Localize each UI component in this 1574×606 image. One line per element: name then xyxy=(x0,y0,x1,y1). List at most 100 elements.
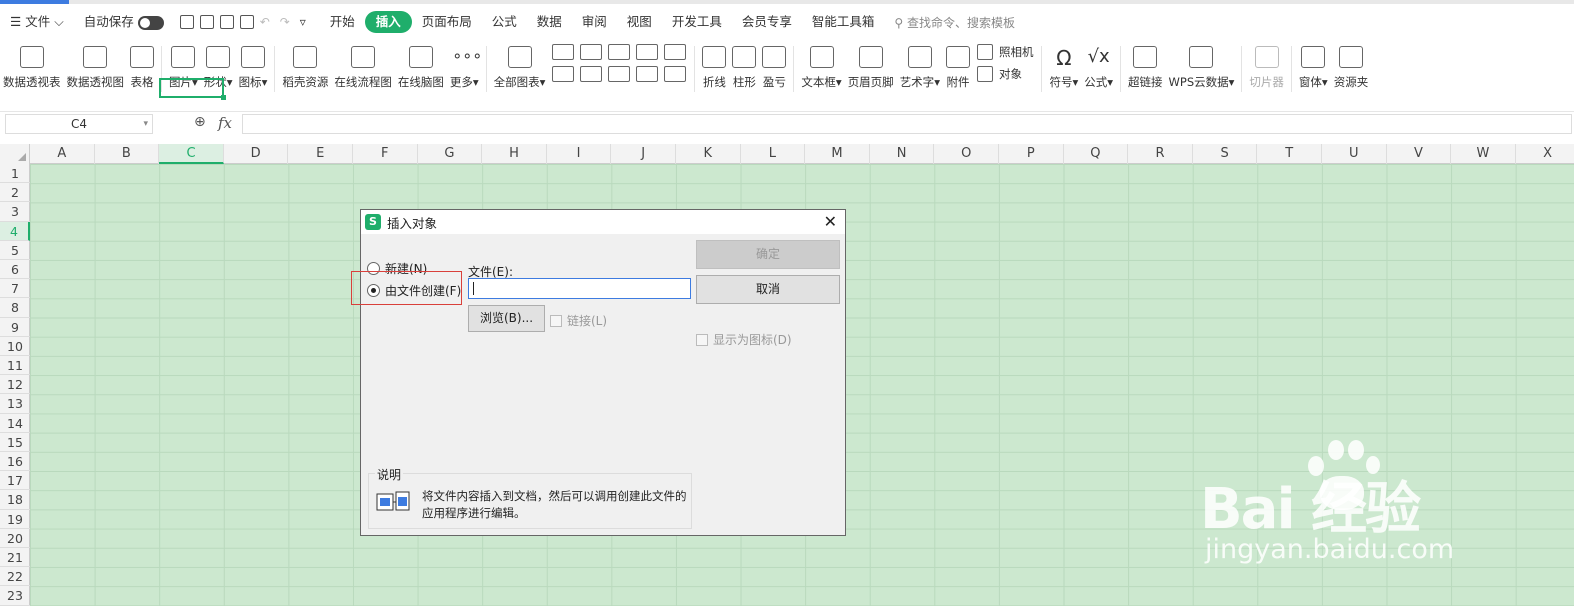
file-menu[interactable]: ☰ 文件 ⌵ xyxy=(0,11,74,33)
pie-chart-icon[interactable] xyxy=(608,66,631,82)
sparkline-column-button[interactable]: 柱形 xyxy=(729,40,759,92)
column-header-u[interactable]: U xyxy=(1322,144,1387,164)
row-header-15[interactable]: 15 xyxy=(0,433,30,452)
column-header-c[interactable]: C xyxy=(159,144,224,164)
object-button[interactable]: 对象 xyxy=(976,66,1034,82)
redo-icon[interactable]: ↷ xyxy=(280,15,294,29)
tab-page-layout[interactable]: 页面布局 xyxy=(412,11,482,33)
header-footer-button[interactable]: 页眉页脚 xyxy=(845,40,897,92)
tab-member[interactable]: 会员专享 xyxy=(732,11,802,33)
cancel-button[interactable]: 取消 xyxy=(696,275,840,304)
name-box[interactable]: C4 ▾ xyxy=(5,114,153,134)
customize-dropdown-icon[interactable]: ▿ xyxy=(300,15,314,29)
export-pdf-icon[interactable] xyxy=(199,15,214,29)
column-chart-icon[interactable] xyxy=(552,44,575,60)
row-header-19[interactable]: 19 xyxy=(0,510,30,529)
print-icon[interactable] xyxy=(219,15,234,29)
row-header-7[interactable]: 7 xyxy=(0,279,30,299)
row-header-16[interactable]: 16 xyxy=(0,452,30,472)
combo-chart-icon[interactable] xyxy=(580,66,603,82)
row-header-23[interactable]: 23 xyxy=(0,586,30,606)
autosave-toggle[interactable]: 自动保存 xyxy=(74,11,174,33)
select-all-corner[interactable] xyxy=(0,144,30,164)
tab-insert[interactable]: 插入 xyxy=(364,11,412,33)
sparkline-winloss-button[interactable]: 盈亏 xyxy=(759,40,789,92)
chevron-down-icon[interactable]: ▾ xyxy=(143,115,148,133)
row-header-1[interactable]: 1 xyxy=(0,164,30,184)
row-header-22[interactable]: 22 xyxy=(0,567,30,587)
tab-review[interactable]: 审阅 xyxy=(572,11,617,33)
ok-button[interactable]: 确定 xyxy=(696,240,840,269)
print-preview-icon[interactable] xyxy=(239,15,254,29)
row-header-5[interactable]: 5 xyxy=(0,241,30,260)
resource-folder-button[interactable]: 资源夹 xyxy=(1331,40,1372,92)
hyperlink-button[interactable]: 超链接 xyxy=(1125,40,1166,92)
tab-view[interactable]: 视图 xyxy=(617,11,662,33)
area-chart-icon[interactable] xyxy=(552,66,575,82)
equation-button[interactable]: √x 公式▾ xyxy=(1081,40,1116,92)
wordart-button[interactable]: 艺术字▾ xyxy=(897,40,943,92)
column-header-i[interactable]: I xyxy=(547,144,612,164)
all-charts-button[interactable]: 全部图表▾ xyxy=(491,40,549,92)
table-button[interactable]: 表格 xyxy=(127,40,157,92)
column-header-a[interactable]: A xyxy=(30,144,95,164)
checkbox-icon[interactable] xyxy=(550,314,562,327)
column-header-d[interactable]: D xyxy=(224,144,289,164)
row-header-2[interactable]: 2 xyxy=(0,183,30,203)
icon-library-button[interactable]: 图标▾ xyxy=(236,40,271,92)
scatter-chart-icon[interactable] xyxy=(636,66,659,82)
column-header-l[interactable]: L xyxy=(741,144,806,164)
row-header-8[interactable]: 8 xyxy=(0,298,30,318)
column-header-r[interactable]: R xyxy=(1128,144,1193,164)
file-path-input[interactable] xyxy=(468,278,691,299)
tab-developer[interactable]: 开发工具 xyxy=(662,11,732,33)
row-header-20[interactable]: 20 xyxy=(0,529,30,548)
row-header-13[interactable]: 13 xyxy=(0,394,30,414)
column-header-w[interactable]: W xyxy=(1451,144,1516,164)
column-header-x[interactable]: X xyxy=(1516,144,1574,164)
tab-home[interactable]: 开始 xyxy=(320,11,365,33)
radar-chart-icon[interactable] xyxy=(636,44,659,60)
tab-smart-tools[interactable]: 智能工具箱 xyxy=(802,11,885,33)
link-checkbox[interactable]: 链接(L) xyxy=(550,312,607,329)
formula-input[interactable] xyxy=(242,114,1572,134)
column-header-e[interactable]: E xyxy=(288,144,353,164)
tab-formulas[interactable]: 公式 xyxy=(482,11,527,33)
row-header-11[interactable]: 11 xyxy=(0,356,30,376)
row-header-17[interactable]: 17 xyxy=(0,471,30,491)
column-header-h[interactable]: H xyxy=(482,144,547,164)
column-header-b[interactable]: B xyxy=(95,144,160,164)
row-header-10[interactable]: 10 xyxy=(0,337,30,356)
row-header-14[interactable]: 14 xyxy=(0,414,30,433)
pivot-table-button[interactable]: 数据透视表 xyxy=(0,40,64,92)
column-header-g[interactable]: G xyxy=(418,144,483,164)
row-header-21[interactable]: 21 xyxy=(0,548,30,568)
row-header-3[interactable]: 3 xyxy=(0,202,30,222)
row-header-18[interactable]: 18 xyxy=(0,490,30,510)
symbol-button[interactable]: Ω 符号▾ xyxy=(1046,40,1081,92)
row-header-12[interactable]: 12 xyxy=(0,375,30,395)
textbox-button[interactable]: 文本框▾ xyxy=(798,40,844,92)
wps-cloud-data-button[interactable]: WPS云数据▾ xyxy=(1166,40,1238,92)
column-header-v[interactable]: V xyxy=(1387,144,1452,164)
toggle-switch-icon[interactable] xyxy=(137,15,164,30)
bar-chart-horizontal-icon[interactable] xyxy=(580,44,603,60)
row-header-4[interactable]: 4 xyxy=(0,221,30,241)
column-header-o[interactable]: O xyxy=(934,144,999,164)
column-header-f[interactable]: F xyxy=(353,144,418,164)
form-window-button[interactable]: 窗体▾ xyxy=(1296,40,1331,92)
save-icon[interactable] xyxy=(179,15,194,29)
mindmap-button[interactable]: 在线脑图 xyxy=(395,40,447,92)
checkbox-icon[interactable] xyxy=(696,333,708,346)
zoom-search-icon[interactable]: ⊕ xyxy=(194,114,206,130)
more-button[interactable]: ∘∘∘ 更多▾ xyxy=(447,40,482,92)
row-header-9[interactable]: 9 xyxy=(0,318,30,337)
column-header-m[interactable]: M xyxy=(805,144,870,164)
column-header-t[interactable]: T xyxy=(1257,144,1322,164)
camera-button[interactable]: 照相机 xyxy=(976,44,1033,60)
stock-chart-icon[interactable] xyxy=(664,44,687,60)
row-header-6[interactable]: 6 xyxy=(0,260,30,280)
docer-resource-button[interactable]: 稻壳资源 xyxy=(279,40,331,92)
column-header-p[interactable]: P xyxy=(999,144,1064,164)
bubble-chart-icon[interactable] xyxy=(664,66,687,82)
